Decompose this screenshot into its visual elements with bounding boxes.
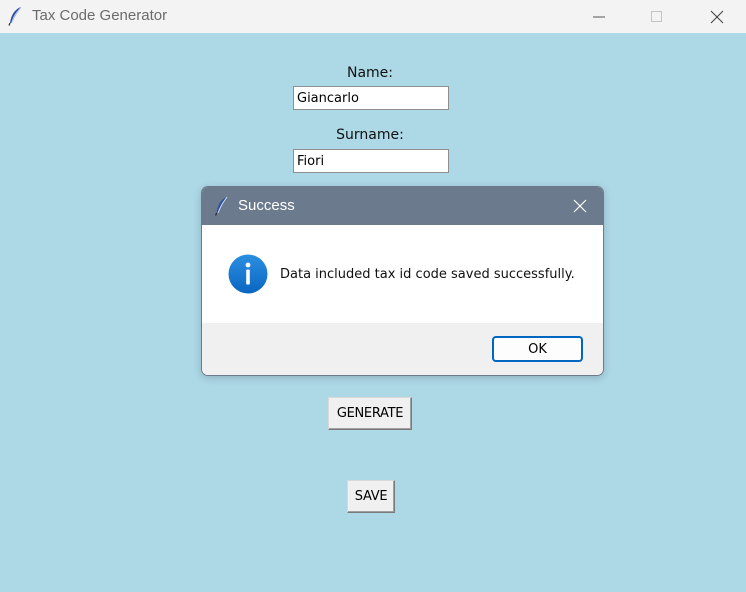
window-titlebar[interactable]: Tax Code Generator (0, 0, 746, 33)
main-window: Tax Code Generator Name: Surname: GENERA… (0, 0, 746, 592)
surname-input[interactable] (293, 149, 449, 173)
info-icon (228, 254, 268, 294)
close-icon (710, 10, 724, 23)
dialog-footer: OK (202, 323, 603, 375)
dialog-titlebar[interactable]: Success (202, 187, 603, 225)
feather-icon (215, 196, 229, 216)
close-icon (573, 199, 587, 213)
dialog-body: Data included tax id code saved successf… (202, 225, 603, 323)
maximize-icon (651, 10, 662, 22)
dialog-close-button[interactable] (557, 187, 603, 225)
name-label: Name: (346, 65, 394, 81)
success-dialog: Success Data included tax id code saved … (201, 186, 604, 376)
generate-button[interactable]: GENERATE (328, 397, 412, 430)
save-button[interactable]: SAVE (347, 480, 395, 513)
window-title: Tax Code Generator (32, 7, 168, 24)
dialog-message: Data included tax id code saved successf… (280, 267, 575, 282)
surname-label: Surname: (336, 127, 404, 143)
dialog-title: Success (238, 197, 295, 214)
minimize-icon (593, 16, 605, 17)
feather-icon (8, 6, 24, 26)
ok-button[interactable]: OK (492, 336, 583, 362)
close-button[interactable] (688, 0, 746, 33)
minimize-button[interactable] (570, 0, 628, 33)
name-input[interactable] (293, 86, 449, 110)
maximize-button[interactable] (628, 0, 686, 33)
